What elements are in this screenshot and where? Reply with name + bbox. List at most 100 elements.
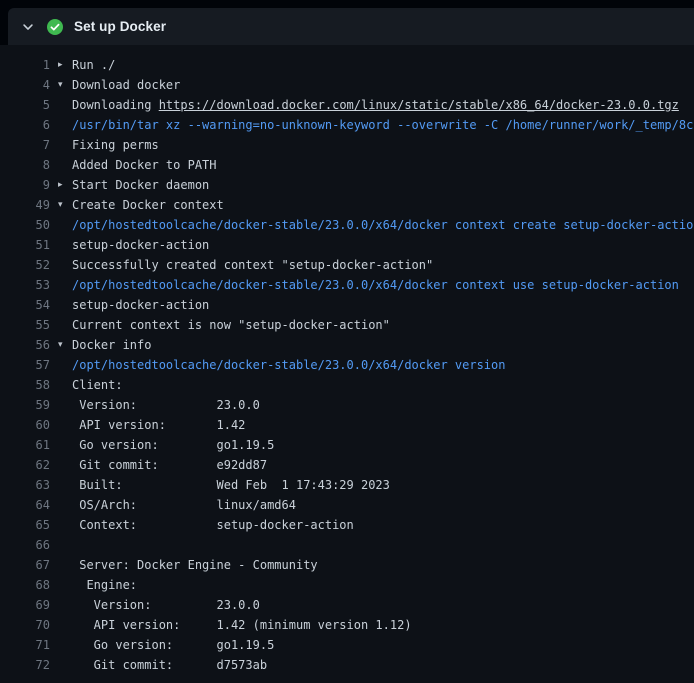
log-text: Server: Docker Engine - Community (72, 558, 318, 572)
log-line: 71 Go version: go1.19.5 (0, 635, 694, 655)
line-number[interactable]: 69 (0, 595, 50, 615)
log-line: 61 Go version: go1.19.5 (0, 435, 694, 455)
log-line: 5Downloading https://download.docker.com… (0, 95, 694, 115)
log-line: 66 (0, 535, 694, 555)
line-content: Go version: go1.19.5 (50, 435, 694, 455)
line-number[interactable]: 51 (0, 235, 50, 255)
line-number[interactable]: 67 (0, 555, 50, 575)
line-number[interactable]: 58 (0, 375, 50, 395)
log-line: 7Fixing perms (0, 135, 694, 155)
line-content: Successfully created context "setup-dock… (50, 255, 694, 275)
step-header[interactable]: Set up Docker (8, 8, 694, 45)
log-text: Current context is now "setup-docker-act… (72, 318, 390, 332)
log-text: API version: 1.42 (minimum version 1.12) (72, 618, 412, 632)
log-line[interactable]: 1 ▸ Run ./ (0, 55, 694, 75)
line-number[interactable]: 5 (0, 95, 50, 115)
log-line: 62 Git commit: e92dd87 (0, 455, 694, 475)
line-number[interactable]: 70 (0, 615, 50, 635)
line-number[interactable]: 72 (0, 655, 50, 675)
line-number[interactable]: 57 (0, 355, 50, 375)
line-number[interactable]: 56 (0, 335, 50, 355)
log-line[interactable]: 56 ▾ Docker info (0, 335, 694, 355)
log-text: Start Docker daemon (72, 178, 209, 192)
log-line: 72 Git commit: d7573ab (0, 655, 694, 675)
log-line[interactable]: 9 ▸ Start Docker daemon (0, 175, 694, 195)
group-expanded-icon[interactable]: ▾ (58, 195, 63, 215)
log-line[interactable]: 49▾Create Docker context (0, 195, 694, 215)
line-number[interactable]: 6 (0, 115, 50, 135)
line-content: Version: 23.0.0 (50, 395, 694, 415)
line-content: Version: 23.0.0 (50, 595, 694, 615)
line-content: API version: 1.42 (minimum version 1.12) (50, 615, 694, 635)
log-line: 58Client: (0, 375, 694, 395)
line-number[interactable]: 65 (0, 515, 50, 535)
group-expanded-icon[interactable]: ▾ (58, 75, 63, 95)
log-line: 6/usr/bin/tar xz --warning=no-unknown-ke… (0, 115, 694, 135)
line-content (50, 535, 694, 555)
log-text: /usr/bin/tar xz --warning=no-unknown-key… (72, 118, 694, 132)
log-text: Engine: (72, 578, 137, 592)
line-number[interactable]: 9 (0, 175, 50, 195)
log-line: 63 Built: Wed Feb 1 17:43:29 2023 (0, 475, 694, 495)
log-line: 52 Successfully created context "setup-do… (0, 255, 694, 275)
line-number[interactable]: 54 (0, 295, 50, 315)
line-number[interactable]: 62 (0, 455, 50, 475)
line-number[interactable]: 7 (0, 135, 50, 155)
log-line: 55 Current context is now "setup-docker-a… (0, 315, 694, 335)
line-number[interactable]: 8 (0, 155, 50, 175)
log-text: setup-docker-action (72, 298, 209, 312)
line-number[interactable]: 68 (0, 575, 50, 595)
line-number[interactable]: 4 (0, 75, 50, 95)
log-text: Successfully created context "setup-dock… (72, 258, 433, 272)
group-collapsed-icon[interactable]: ▸ (58, 55, 63, 75)
line-number[interactable]: 49 (0, 195, 50, 215)
log-text: Go version: go1.19.5 (72, 438, 274, 452)
log-text: Docker info (72, 338, 151, 352)
line-number[interactable]: 1 (0, 55, 50, 75)
log-line: 69 Version: 23.0.0 (0, 595, 694, 615)
log-text: Run ./ (72, 58, 115, 72)
log-line: 65 Context: setup-docker-action (0, 515, 694, 535)
line-content: Built: Wed Feb 1 17:43:29 2023 (50, 475, 694, 495)
line-number[interactable]: 64 (0, 495, 50, 515)
log-line: 60 API version: 1.42 (0, 415, 694, 435)
line-content: /opt/hostedtoolcache/docker-stable/23.0.… (50, 275, 694, 295)
group-expanded-icon[interactable]: ▾ (58, 335, 63, 355)
log-line: 67 Server: Docker Engine - Community (0, 555, 694, 575)
line-content: ▾Create Docker context (50, 195, 694, 215)
line-content: setup-docker-action (50, 235, 694, 255)
log-link[interactable]: https://download.docker.com/linux/static… (159, 98, 679, 112)
log-line: 59 Version: 23.0.0 (0, 395, 694, 415)
line-number[interactable]: 63 (0, 475, 50, 495)
log-area: 1▸Run ./4▾Download docker5Downloading ht… (0, 45, 694, 683)
line-number[interactable]: 53 (0, 275, 50, 295)
line-number[interactable]: 71 (0, 635, 50, 655)
line-content: Server: Docker Engine - Community (50, 555, 694, 575)
line-number[interactable]: 66 (0, 535, 50, 555)
group-collapsed-icon[interactable]: ▸ (58, 175, 63, 195)
log-line: 51setup-docker-action (0, 235, 694, 255)
log-text: Built: Wed Feb 1 17:43:29 2023 (72, 478, 390, 492)
line-number[interactable]: 60 (0, 415, 50, 435)
log-line: 70 API version: 1.42 (minimum version 1.… (0, 615, 694, 635)
line-content: ▾Download docker (50, 75, 694, 95)
log-line: 50/opt/hostedtoolcache/docker-stable/23.… (0, 215, 694, 235)
log-text: /opt/hostedtoolcache/docker-stable/23.0.… (72, 358, 505, 372)
line-content: OS/Arch: linux/amd64 (50, 495, 694, 515)
line-content: /opt/hostedtoolcache/docker-stable/23.0.… (50, 215, 694, 235)
line-number[interactable]: 50 (0, 215, 50, 235)
log-line: 57/opt/hostedtoolcache/docker-stable/23.… (0, 355, 694, 375)
chevron-down-icon[interactable] (20, 19, 36, 35)
log-line: 64 OS/Arch: linux/amd64 (0, 495, 694, 515)
line-number[interactable]: 59 (0, 395, 50, 415)
log-text: Downloading (72, 98, 159, 112)
line-content: Client: (50, 375, 694, 395)
line-number[interactable]: 61 (0, 435, 50, 455)
line-number[interactable]: 55 (0, 315, 50, 335)
log-text: Context: setup-docker-action (72, 518, 354, 532)
step-title: Set up Docker (74, 19, 166, 34)
line-number[interactable]: 52 (0, 255, 50, 275)
log-line[interactable]: 4▾Download docker (0, 75, 694, 95)
line-content: Downloading https://download.docker.com/… (50, 95, 694, 115)
line-content: Engine: (50, 575, 694, 595)
